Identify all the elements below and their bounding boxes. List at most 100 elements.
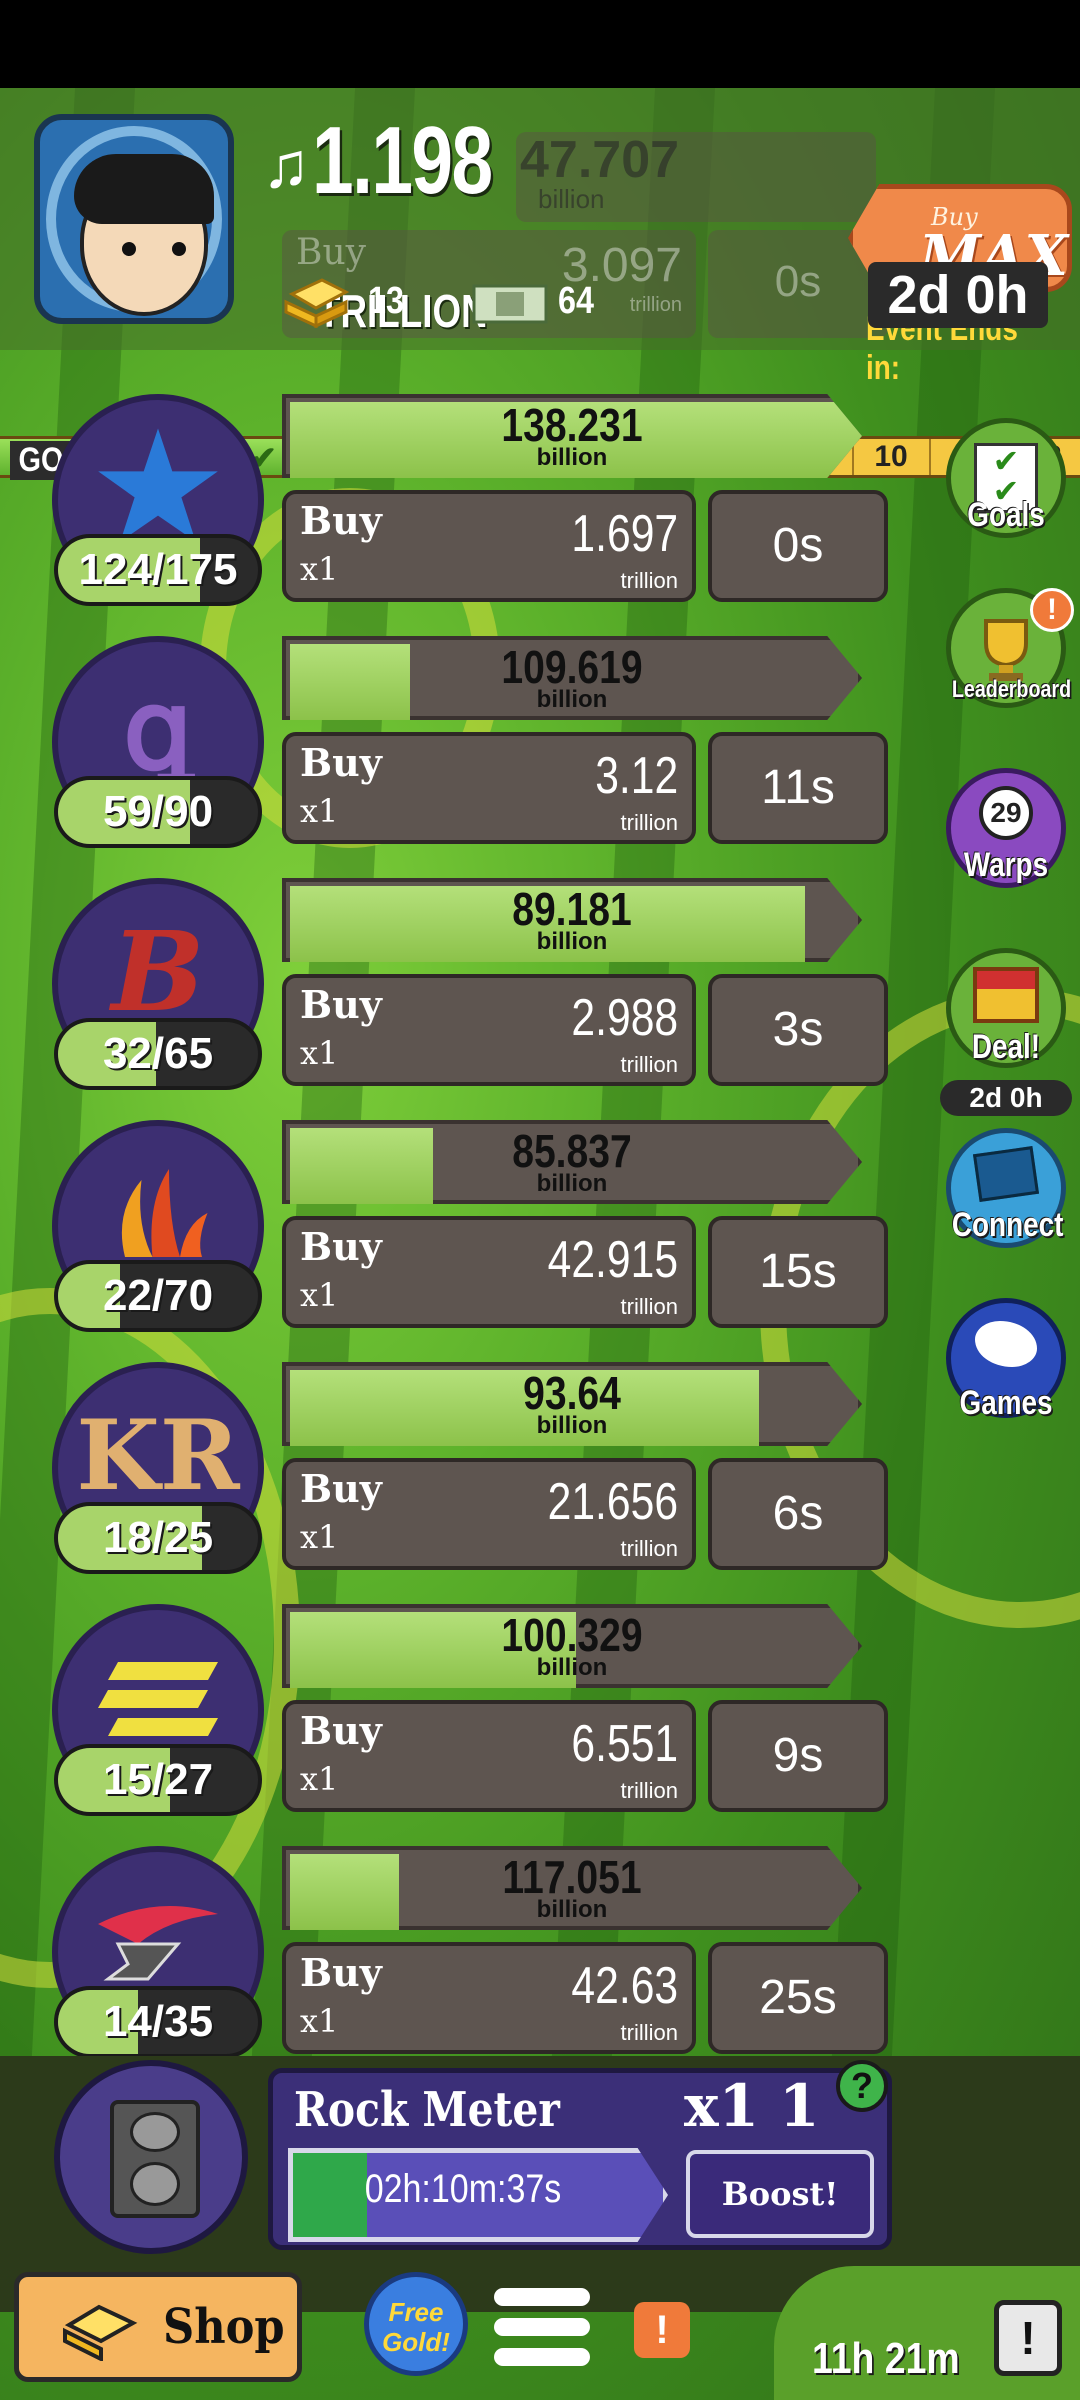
progress-unit: billion bbox=[536, 1170, 608, 1197]
progress-unit: billion bbox=[536, 1654, 608, 1681]
hidden-buy-label: Buy bbox=[296, 232, 366, 273]
shop-label: Shop bbox=[163, 2299, 285, 2355]
business-owned-count: 124/175 bbox=[54, 534, 262, 606]
buy-button[interactable]: Buy x1 42.915 trillion bbox=[282, 1216, 696, 1328]
hamburger-menu-icon[interactable] bbox=[494, 2282, 590, 2374]
buy-cost-unit: trillion bbox=[620, 1536, 678, 1561]
business-progress-bar[interactable]: 89.181 billion bbox=[282, 878, 892, 962]
side-leaderboard-label: Leaderboard bbox=[951, 676, 1072, 703]
progress-unit: billion bbox=[536, 686, 608, 713]
business-progress-bar[interactable]: 109.619 billion bbox=[282, 636, 892, 720]
progress-unit: billion bbox=[536, 1896, 608, 1923]
side-games-label: Games bbox=[959, 1384, 1053, 1422]
business-row: 14/35 117.051 billion Buy x1 42.63 trillion 25s bbox=[0, 1846, 900, 2088]
buy-multiplier: x1 bbox=[300, 1034, 339, 1072]
buy-cost-unit: trillion bbox=[620, 810, 678, 835]
deal-countdown: 2d 0h bbox=[940, 1080, 1072, 1116]
help-button[interactable]: ? bbox=[836, 2060, 888, 2112]
side-connect-button[interactable]: Connect bbox=[940, 1128, 1072, 1258]
side-deal-button[interactable]: Deal! 2d 0h bbox=[940, 948, 1072, 1116]
owned-count-text: 32/65 bbox=[102, 1029, 214, 1078]
business-owned-count: 32/65 bbox=[54, 1018, 262, 1090]
megabucks-bill-icon bbox=[472, 284, 548, 324]
owned-count-text: 18/25 bbox=[102, 1513, 214, 1562]
boost-button[interactable]: Boost! bbox=[686, 2150, 874, 2238]
buy-multiplier: x1 bbox=[300, 1276, 339, 1314]
side-games-button[interactable]: Games bbox=[940, 1298, 1072, 1428]
side-warps-button[interactable]: 29 Warps bbox=[940, 768, 1072, 898]
tv-reward-timer: 11h 21m bbox=[812, 2334, 960, 2383]
business-progress-bar[interactable]: 85.837 billion bbox=[282, 1120, 892, 1204]
avatar-eye bbox=[122, 242, 136, 256]
buy-button[interactable]: Buy x1 6.551 trillion bbox=[282, 1700, 696, 1812]
buy-button[interactable]: Buy x1 42.63 trillion bbox=[282, 1942, 696, 2054]
business-timer: 0s bbox=[708, 490, 888, 602]
buy-multiplier: x1 bbox=[300, 550, 339, 588]
speaker-cone bbox=[130, 2112, 180, 2152]
buy-cost-unit: trillion bbox=[620, 568, 678, 593]
side-goals-button[interactable]: ✔ ✔ Goals bbox=[940, 418, 1072, 548]
business-progress-bar[interactable]: 117.051 billion bbox=[282, 1846, 892, 1930]
buy-label: Buy bbox=[300, 498, 382, 543]
business-timer: 3s bbox=[708, 974, 888, 1086]
buy-cost: 21.656 bbox=[547, 1473, 678, 1531]
alert-badge-icon: ! bbox=[1030, 588, 1074, 632]
notification-alert-icon[interactable]: ! bbox=[634, 2302, 690, 2358]
hidden-progress-value: 47.707 bbox=[520, 131, 680, 189]
buy-cost: 1.697 bbox=[571, 505, 678, 563]
buy-cost: 3.12 bbox=[595, 747, 678, 805]
progress-unit: billion bbox=[536, 928, 608, 955]
avatar-eye bbox=[172, 242, 186, 256]
music-note-icon: ♫ bbox=[262, 129, 310, 201]
buy-label: Buy bbox=[300, 1950, 382, 1995]
megabucks-count: 64 bbox=[558, 280, 594, 322]
business-owned-count: 59/90 bbox=[54, 776, 262, 848]
buy-multiplier: x1 bbox=[300, 792, 339, 830]
rock-meter-bar: 02h:10m:37s bbox=[288, 2148, 668, 2242]
tv-icon[interactable]: ! bbox=[994, 2300, 1062, 2376]
buy-cost: 6.551 bbox=[571, 1715, 678, 1773]
business-owned-count: 14/35 bbox=[54, 1986, 262, 2058]
buy-button[interactable]: Buy x1 2.988 trillion bbox=[282, 974, 696, 1086]
gold-count: 13 bbox=[368, 280, 404, 322]
business-timer: 6s bbox=[708, 1458, 888, 1570]
owned-count-text: 15/27 bbox=[102, 1755, 214, 1804]
avatar-hair bbox=[74, 154, 214, 224]
business-progress-bar[interactable]: 93.64 billion bbox=[282, 1362, 892, 1446]
business-owned-count: 22/70 bbox=[54, 1260, 262, 1332]
progress-unit: billion bbox=[536, 1412, 608, 1439]
business-progress-bar[interactable]: 100.329 billion bbox=[282, 1604, 892, 1688]
business-timer: 9s bbox=[708, 1700, 888, 1812]
player-avatar[interactable] bbox=[34, 114, 234, 324]
speaker-cone bbox=[130, 2162, 180, 2206]
side-deal-label: Deal! bbox=[971, 1028, 1041, 1066]
free-gold-button[interactable]: Free Gold! bbox=[364, 2272, 468, 2376]
buy-multiplier: x1 bbox=[300, 2002, 339, 2040]
buy-cost-unit: trillion bbox=[620, 1052, 678, 1077]
business-owned-count: 15/27 bbox=[54, 1744, 262, 1816]
hidden-business-progress: 47.707 billion bbox=[516, 131, 876, 222]
buy-cost: 42.915 bbox=[547, 1231, 678, 1289]
business-row: 15/27 100.329 billion Buy x1 6.551 trillion 9s bbox=[0, 1604, 900, 1846]
buy-multiplier: x1 bbox=[300, 1518, 339, 1556]
game-screen: 47.707 billion Buy 3.097 trillion 0s ♫ 1… bbox=[0, 88, 1080, 2400]
business-owned-count: 18/25 bbox=[54, 1502, 262, 1574]
side-leaderboard-button[interactable]: ! Leaderboard bbox=[940, 588, 1074, 718]
business-progress-bar[interactable]: 138.231 billion bbox=[282, 394, 892, 478]
buy-button[interactable]: Buy x1 21.656 trillion bbox=[282, 1458, 696, 1570]
shop-button[interactable]: Shop bbox=[14, 2272, 302, 2382]
buy-label: Buy bbox=[300, 740, 382, 785]
buy-multiplier: x1 bbox=[300, 1760, 339, 1798]
side-warps-label: Warps bbox=[963, 846, 1049, 884]
buy-button[interactable]: Buy x1 3.12 trillion bbox=[282, 732, 696, 844]
rock-meter-title: Rock Meter bbox=[294, 2082, 560, 2138]
gold-gem-icon bbox=[63, 2304, 138, 2361]
business-row: B 32/65 89.181 billion Buy x1 2.988 trillion 3s bbox=[0, 878, 900, 1120]
buy-label: Buy bbox=[300, 1708, 382, 1753]
rock-meter-multiplier: x1 1 bbox=[684, 2072, 820, 2140]
owned-count-text: 22/70 bbox=[102, 1271, 214, 1320]
business-row: 124/175 138.231 billion Buy x1 1.697 trillion 0… bbox=[0, 394, 900, 636]
speaker-button[interactable] bbox=[54, 2060, 248, 2254]
business-timer: 15s bbox=[708, 1216, 888, 1328]
buy-button[interactable]: Buy x1 1.697 trillion bbox=[282, 490, 696, 602]
